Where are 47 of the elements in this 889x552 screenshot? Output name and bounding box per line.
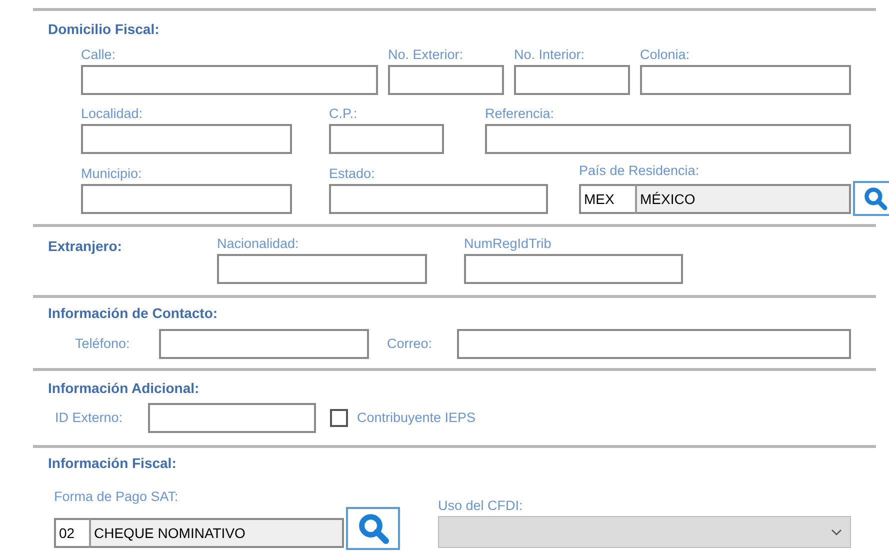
field-label: Teléfono:	[75, 336, 131, 352]
section-heading: Información de Contacto:	[48, 305, 218, 321]
field-label: Correo:	[387, 336, 434, 352]
field-label: No. Exterior:	[388, 47, 464, 63]
field-label: No. Interior:	[514, 47, 586, 63]
input-field[interactable]	[81, 184, 292, 214]
search-icon	[862, 186, 888, 211]
field-label: Localidad:	[81, 106, 144, 122]
input-field[interactable]	[388, 65, 504, 95]
input-field[interactable]	[148, 403, 316, 433]
input-field[interactable]	[464, 254, 683, 284]
field-label: C.P.:	[329, 106, 358, 122]
input-field[interactable]	[159, 329, 369, 359]
field-label: ID Externo:	[55, 410, 124, 426]
field-label: Municipio:	[81, 166, 143, 182]
input-field[interactable]	[640, 65, 851, 95]
field-label: NumRegIdTrib	[464, 236, 552, 252]
code-field[interactable]: MEX	[579, 184, 637, 214]
field-label: Nacionalidad:	[217, 236, 300, 252]
field-label: Referencia:	[485, 106, 556, 122]
code-field[interactable]: 02	[54, 518, 91, 548]
input-field[interactable]	[457, 329, 851, 359]
search-button[interactable]	[853, 181, 889, 216]
checkbox[interactable]	[330, 409, 348, 427]
chevron-down-icon	[831, 528, 842, 536]
input-field[interactable]	[329, 184, 548, 214]
input-field[interactable]	[329, 124, 444, 154]
field-label: Estado:	[329, 166, 376, 182]
field-label: Forma de Pago SAT:	[54, 489, 180, 505]
section-heading: Extranjero:	[48, 238, 122, 254]
name-field: CHEQUE NOMINATIVO	[89, 518, 344, 548]
name-field: MÉXICO	[635, 184, 851, 214]
field-label: Colonia:	[640, 47, 691, 63]
search-icon	[356, 512, 390, 545]
input-field[interactable]	[217, 254, 427, 284]
input-field[interactable]	[485, 124, 851, 154]
field-label: Uso del CFDI:	[438, 498, 524, 514]
field-label: País de Residencia:	[579, 163, 700, 179]
field-label: Calle:	[81, 47, 117, 63]
search-button[interactable]	[346, 507, 400, 550]
input-field[interactable]	[81, 65, 378, 95]
checkbox-label: Contribuyente IEPS	[357, 410, 476, 426]
section-heading: Domicilio Fiscal:	[48, 21, 160, 37]
section-heading: Información Adicional:	[48, 380, 200, 396]
input-field[interactable]	[81, 124, 292, 154]
input-field[interactable]	[514, 65, 630, 95]
section-heading: Información Fiscal:	[48, 455, 176, 471]
